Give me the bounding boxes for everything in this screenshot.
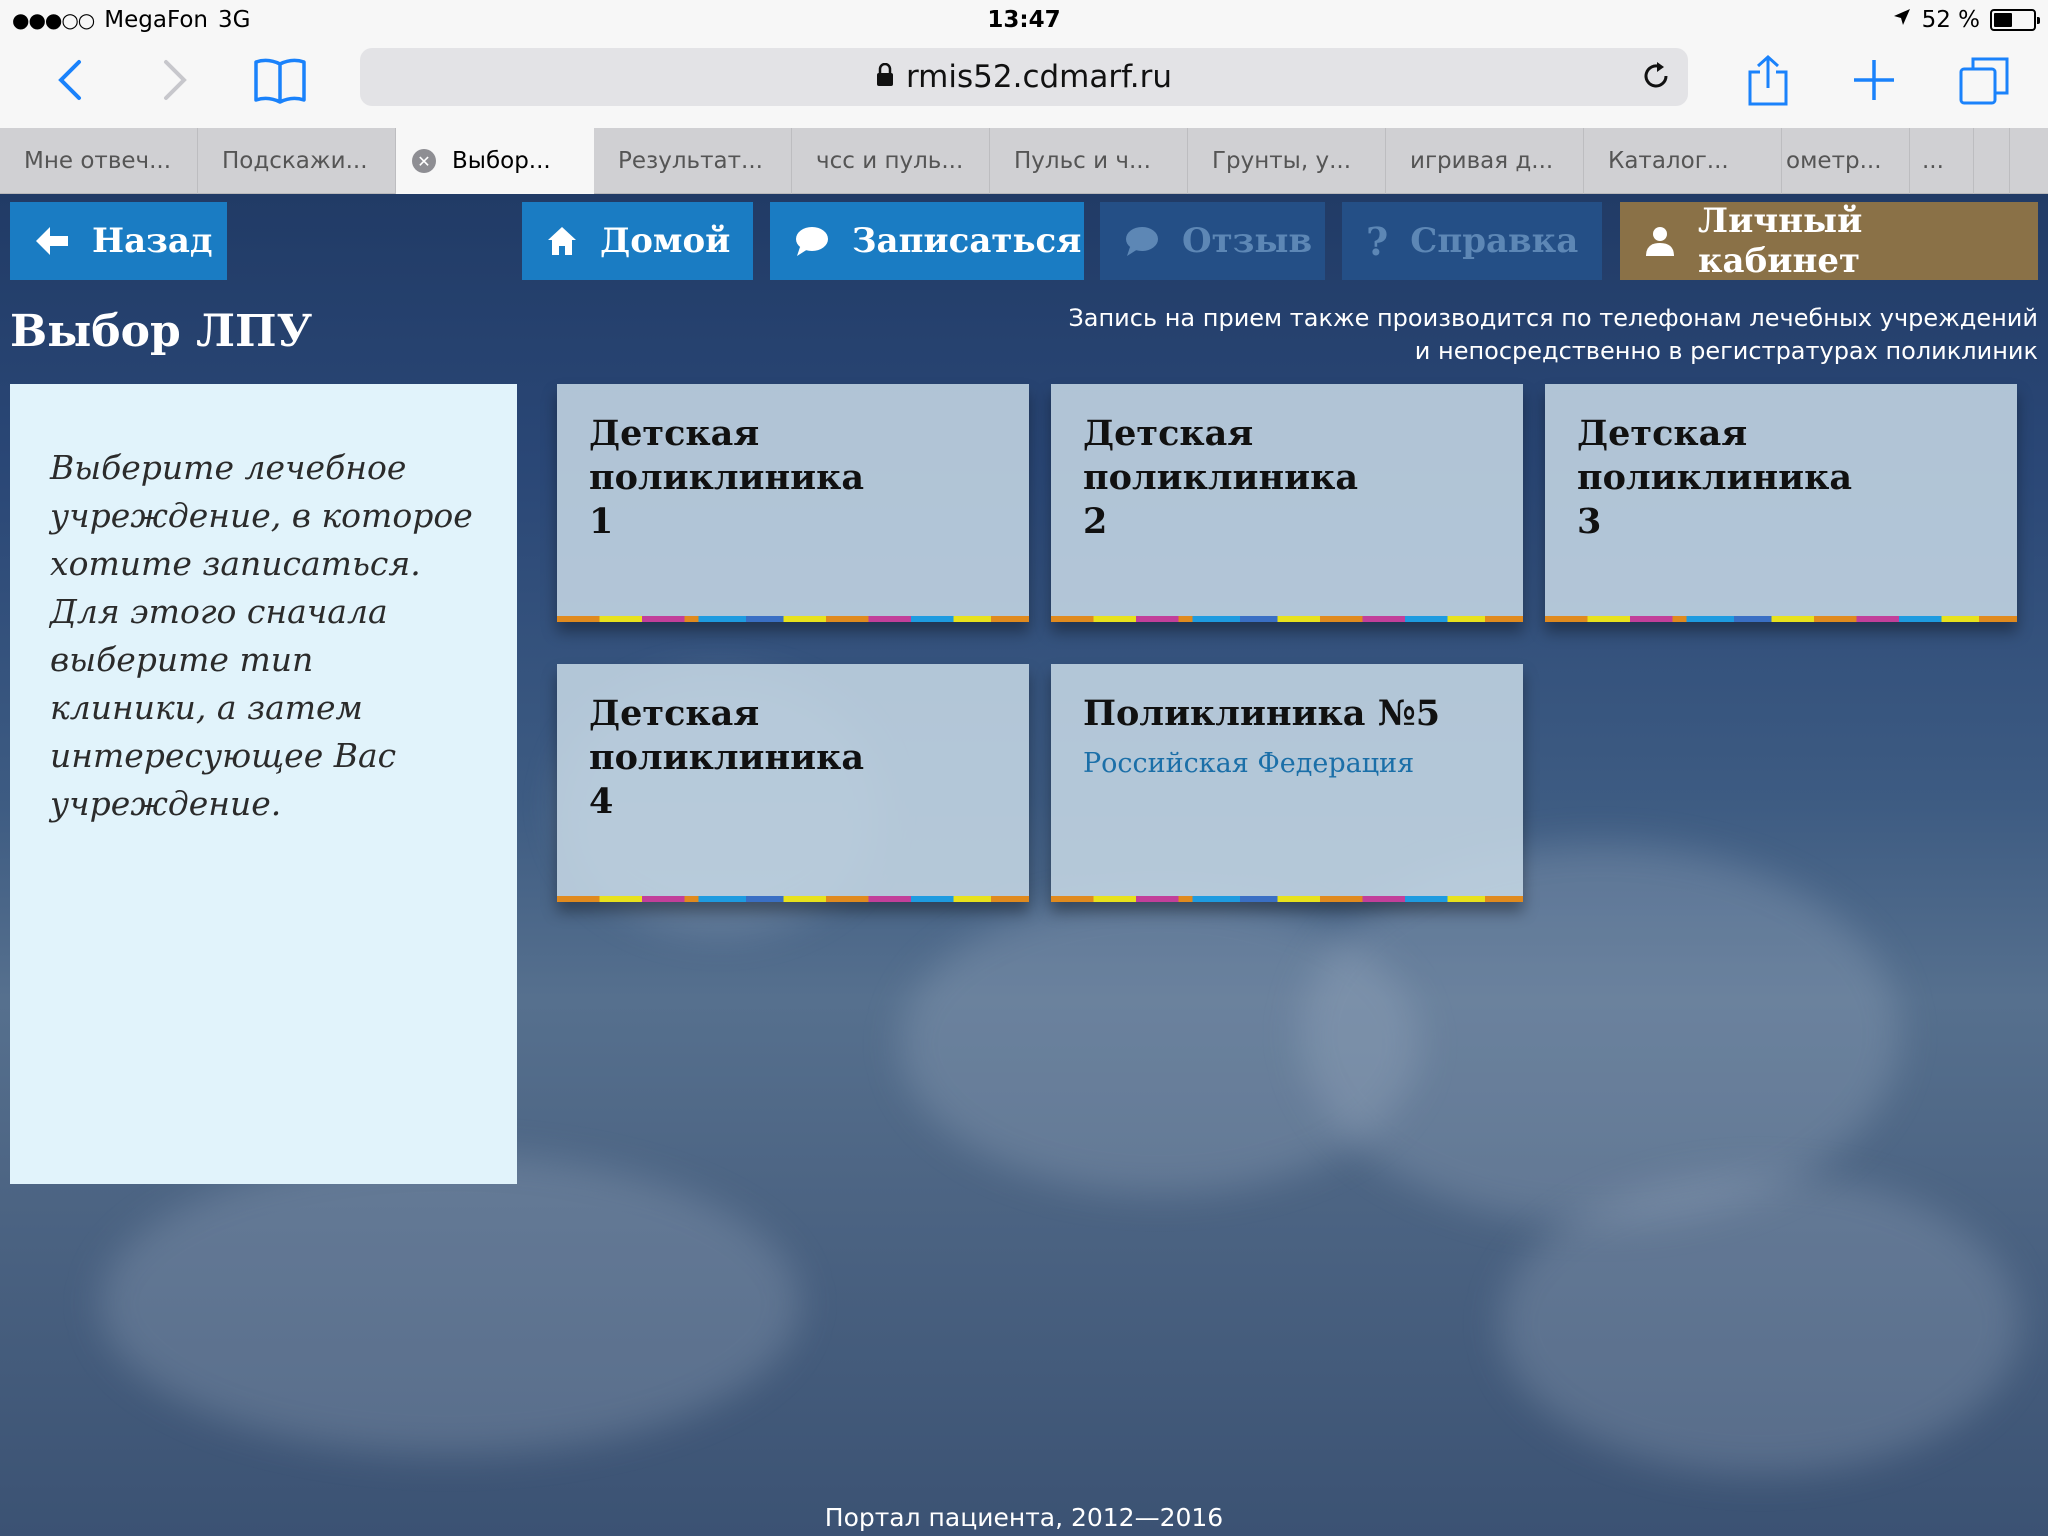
clinic-number: 4 (589, 781, 614, 822)
clinic-card[interactable]: Детская поликлиника 3 (1545, 384, 2017, 622)
clinic-number: 3 (1577, 501, 1602, 542)
speech-bubble-icon (794, 225, 830, 257)
close-tab-icon[interactable]: ✕ (412, 149, 436, 173)
color-stripe (1545, 616, 2017, 622)
tab-label: игривая д... (1410, 148, 1554, 174)
home-icon (546, 225, 578, 257)
tab-item[interactable]: Подскажи... (198, 128, 396, 194)
tab-item[interactable]: Грунты, у... (1188, 128, 1386, 194)
tab-item[interactable] (1974, 128, 2010, 194)
forward-icon[interactable] (145, 50, 205, 110)
bookmarks-icon[interactable] (250, 50, 310, 110)
arrow-left-icon (34, 225, 70, 257)
tab-item[interactable]: Результат... (594, 128, 792, 194)
clinic-name: Детская поликлиника 1 (589, 412, 997, 544)
back-button[interactable]: Назад (10, 202, 227, 280)
clinic-number: 1 (589, 501, 614, 542)
clinic-name-line: Детская поликлиника (1083, 413, 1359, 498)
share-icon[interactable] (1738, 50, 1798, 110)
tab-item-active[interactable]: ✕ Выбор... (396, 128, 594, 194)
tab-item[interactable]: Каталог... (1584, 128, 1782, 194)
clinic-name: Детская поликлиника 3 (1577, 412, 1985, 544)
feedback-button[interactable]: Отзыв (1100, 202, 1325, 280)
status-bar: ●●●○○ MegaFon 3G 13:47 52 % (0, 0, 2048, 42)
phone-notice: Запись на прием также производится по те… (1068, 302, 2038, 368)
signup-button[interactable]: Записаться (770, 202, 1084, 280)
clinic-name: Поликлиника №5 (1083, 692, 1491, 736)
color-stripe (1051, 896, 1523, 902)
clinic-card[interactable]: Поликлиника №5 Российская Федерация (1051, 664, 1523, 902)
home-button[interactable]: Домой (522, 202, 753, 280)
feedback-label: Отзыв (1182, 221, 1313, 261)
color-stripe (1051, 616, 1523, 622)
instructions-panel: Выберите лечебное учреждение, в которое … (10, 384, 517, 1184)
new-tab-icon[interactable] (1844, 50, 1904, 110)
question-icon: ? (1366, 218, 1389, 264)
tab-item[interactable]: Мне отвеч... (0, 128, 198, 194)
background-cloud (100, 1154, 800, 1454)
help-label: Справка (1410, 221, 1579, 261)
tab-strip: Мне отвеч... Подскажи... ✕ Выбор... Резу… (0, 128, 2048, 194)
clinic-name-line: Детская поликлиника (589, 693, 865, 778)
clock: 13:47 (987, 7, 1061, 33)
clinic-name: Детская поликлиника 2 (1083, 412, 1491, 544)
signup-label: Записаться (852, 221, 1082, 261)
clinic-name: Детская поликлиника 4 (589, 692, 997, 824)
phone-notice-line: Запись на прием также производится по те… (1068, 304, 2038, 332)
phone-notice-line: и непосредственно в регистратурах поликл… (1414, 337, 2038, 365)
clinic-card[interactable]: Детская поликлиника 1 (557, 384, 1029, 622)
battery-icon (1990, 9, 2040, 31)
color-stripe (557, 896, 1029, 902)
tab-label: Подскажи... (222, 148, 368, 174)
tab-label: Грунты, у... (1212, 148, 1351, 174)
tab-item[interactable]: ометр... (1782, 128, 1910, 194)
page-title: Выбор ЛПУ (10, 306, 313, 357)
tab-label: Результат... (618, 148, 763, 174)
tab-label: чсс и пуль... (816, 148, 964, 174)
back-icon[interactable] (40, 50, 100, 110)
clinic-name-line: Детская поликлиника (1577, 413, 1853, 498)
user-icon (1644, 225, 1676, 257)
clinic-region-link[interactable]: Российская Федерация (1083, 748, 1491, 779)
background-cloud (1500, 1174, 2020, 1474)
reload-icon[interactable] (1640, 60, 1672, 100)
back-label: Назад (92, 221, 213, 261)
tab-label: ... (1922, 148, 1944, 174)
tab-label: Выбор... (452, 148, 551, 174)
color-stripe (557, 616, 1029, 622)
status-right: 52 % (1892, 7, 2040, 33)
battery-percent: 52 % (1921, 7, 1980, 33)
tabs-icon[interactable] (1954, 50, 2014, 110)
tab-item[interactable]: чсс и пуль... (792, 128, 990, 194)
page-footer: Портал пациента, 2012—2016 (824, 1503, 1224, 1532)
tab-item[interactable]: ... (1910, 128, 1974, 194)
home-label: Домой (600, 221, 731, 261)
clinic-name-line: Поликлиника №5 (1083, 693, 1441, 734)
address-bar[interactable]: rmis52.cdmarf.ru (360, 48, 1688, 106)
tab-label: ометр... (1786, 148, 1882, 174)
clinic-card[interactable]: Детская поликлиника 4 (557, 664, 1029, 902)
tab-item[interactable]: Пульс и ч... (990, 128, 1188, 194)
tab-label: Пульс и ч... (1014, 148, 1151, 174)
personal-cabinet-button[interactable]: Личный кабинет (1620, 201, 2038, 281)
battery-level (1994, 13, 2012, 27)
tab-label: Каталог... (1608, 148, 1729, 174)
browser-toolbar: rmis52.cdmarf.ru (0, 42, 2048, 128)
url-text: rmis52.cdmarf.ru (905, 59, 1173, 95)
tab-label: Мне отвеч... (24, 148, 172, 174)
tab-item[interactable]: игривая д... (1386, 128, 1584, 194)
comment-icon (1124, 225, 1160, 257)
clinic-number: 2 (1083, 501, 1108, 542)
instructions-text: Выберите лечебное учреждение, в которое … (50, 448, 473, 823)
lock-icon (876, 59, 894, 95)
personal-cabinet-label: Личный кабинет (1698, 201, 1863, 281)
clinic-card[interactable]: Детская поликлиника 2 (1051, 384, 1523, 622)
help-button[interactable]: ? Справка (1342, 202, 1602, 280)
location-icon (1892, 7, 1912, 33)
web-page: Назад Домой Записаться Отзыв ? Справка Л… (0, 194, 2048, 1536)
clinic-name-line: Детская поликлиника (589, 413, 865, 498)
